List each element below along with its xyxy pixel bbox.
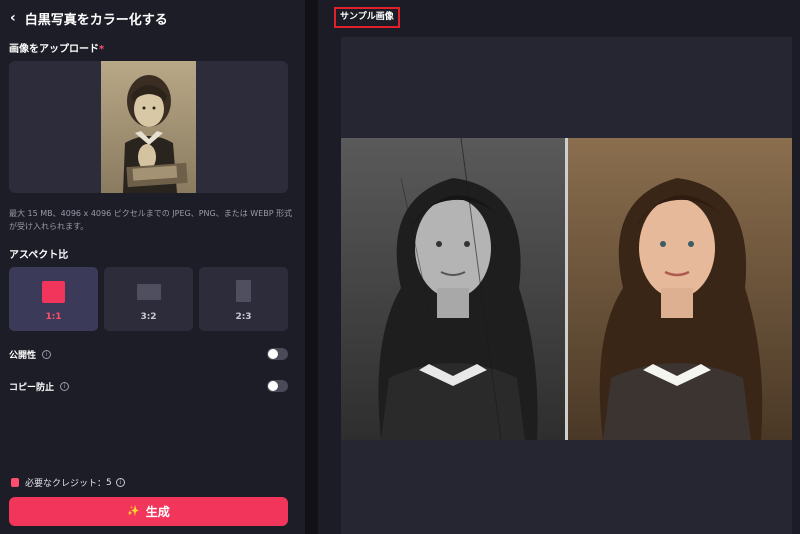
public-visibility-label: 公開性	[9, 350, 37, 361]
credit-coin-icon	[11, 478, 19, 487]
generate-label: 生成	[145, 505, 170, 519]
page-header: ‹ 白黒写真をカラー化する	[10, 9, 168, 28]
copy-protection-row: コピー防止 i	[9, 378, 288, 394]
generate-button[interactable]: ✨ 生成	[9, 497, 288, 526]
aspect-option-label: 2:3	[235, 312, 252, 322]
portrait-shape-icon	[236, 280, 251, 302]
left-panel: ‹ 白黒写真をカラー化する 画像をアップロード* 最大 15 MB、4096 x…	[0, 0, 305, 534]
right-panel: サンプル画像	[318, 0, 800, 534]
public-visibility-row: 公開性 i	[9, 346, 288, 362]
copy-protection-label: コピー防止	[9, 382, 55, 393]
aspect-option-label: 3:2	[140, 312, 157, 322]
upload-dropzone[interactable]	[9, 61, 288, 193]
credit-value: 5	[106, 477, 112, 488]
toggle-knob	[268, 349, 278, 359]
credit-label: 必要なクレジット：	[25, 479, 107, 489]
uploaded-photo-thumbnail	[101, 61, 196, 193]
copy-protection-toggle[interactable]	[267, 380, 288, 392]
sample-comparison-image	[341, 138, 792, 440]
public-visibility-toggle[interactable]	[267, 348, 288, 360]
aspect-ratio-label: アスペクト比	[9, 250, 69, 261]
aspect-option-label: 1:1	[45, 312, 62, 322]
square-shape-icon	[42, 281, 65, 303]
aspect-ratio-options: 1:1 3:2 2:3	[9, 267, 288, 331]
upload-label-text: 画像をアップロード	[9, 44, 99, 55]
info-icon[interactable]: i	[60, 381, 70, 391]
required-mark: *	[99, 44, 105, 55]
upload-label: 画像をアップロード*	[9, 40, 104, 55]
sparkle-icon: ✨	[127, 506, 140, 517]
aspect-option-1-1[interactable]: 1:1	[9, 267, 98, 331]
info-icon[interactable]: i	[42, 349, 52, 359]
landscape-shape-icon	[137, 284, 161, 300]
toggle-knob	[268, 381, 278, 391]
page-title: 白黒写真をカラー化する	[24, 12, 168, 28]
info-icon[interactable]: i	[115, 478, 125, 487]
aspect-option-3-2[interactable]: 3:2	[104, 267, 193, 331]
comparison-divider	[565, 138, 568, 440]
aspect-option-2-3[interactable]: 2:3	[199, 267, 288, 331]
sample-image-label: サンプル画像	[334, 7, 400, 28]
chevron-left-icon[interactable]: ‹	[10, 11, 16, 25]
upload-hint: 最大 15 MB、4096 x 4096 ピクセルまでの JPEG、PNG、また…	[9, 209, 293, 231]
required-credits: 必要なクレジット： 5 i	[11, 476, 125, 489]
panel-divider[interactable]	[305, 0, 318, 534]
